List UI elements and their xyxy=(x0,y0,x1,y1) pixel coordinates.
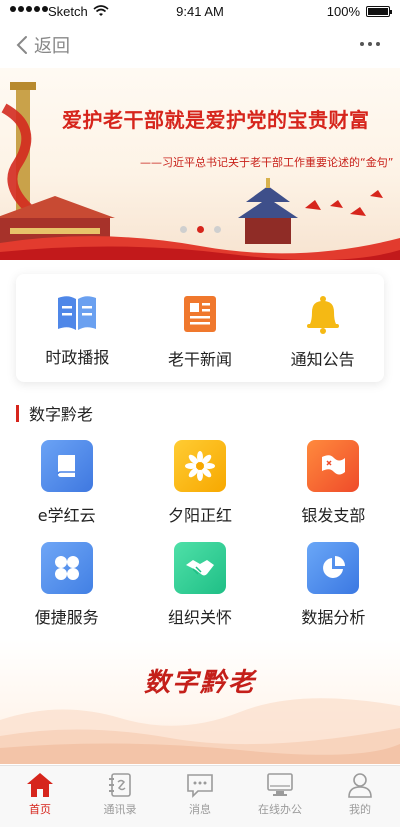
grid-icon xyxy=(54,556,79,580)
carousel-dot[interactable] xyxy=(214,226,221,233)
back-button[interactable]: 返回 xyxy=(16,32,70,58)
tab-online-office[interactable]: 在线办公 xyxy=(240,766,320,827)
app-tile xyxy=(307,440,360,492)
app-tile xyxy=(40,542,93,594)
more-options-icon[interactable] xyxy=(360,42,380,46)
app-sunset-red[interactable]: 夕阳正红 xyxy=(133,440,266,526)
quick-link-policy-news[interactable]: 时政播报 xyxy=(16,274,139,382)
carousel-dot-active[interactable] xyxy=(197,226,204,233)
tab-label: 消息 xyxy=(189,803,211,816)
app-tile xyxy=(173,440,226,492)
app-convenient-services[interactable]: 便捷服务 xyxy=(0,542,133,628)
app-tile xyxy=(173,542,226,594)
quick-link-label: 通知公告 xyxy=(290,350,355,369)
quick-link-label: 时政播报 xyxy=(45,348,110,367)
footer-decoration: 数字黔老 xyxy=(0,640,400,764)
app-label: 银发支部 xyxy=(301,506,366,525)
flag-icon xyxy=(322,455,346,475)
quick-link-label: 老干新闻 xyxy=(168,350,233,369)
bell-icon xyxy=(306,296,339,334)
book-icon xyxy=(56,455,75,477)
flower-icon xyxy=(184,451,215,481)
quick-links-card: 时政播报 老干新闻 通知公告 xyxy=(16,274,384,382)
brand-logo: 数字黔老 xyxy=(143,668,256,698)
pie-chart-icon xyxy=(323,556,346,578)
monitor-icon xyxy=(267,773,293,796)
app-organization-care[interactable]: 组织关怀 xyxy=(133,542,266,628)
tab-label: 通讯录 xyxy=(103,803,137,816)
carousel-indicator[interactable] xyxy=(180,226,221,233)
home-icon xyxy=(27,773,53,797)
quick-link-announcements[interactable]: 通知公告 xyxy=(261,274,384,382)
app-e-learning[interactable]: e学红云 xyxy=(0,440,133,526)
app-silver-branch[interactable]: 银发支部 xyxy=(267,440,400,526)
app-tile xyxy=(40,440,93,492)
section-title: 数字黔老 xyxy=(29,405,94,424)
app-label: 数据分析 xyxy=(301,608,366,627)
battery-icon xyxy=(366,6,392,17)
tab-home[interactable]: 首页 xyxy=(0,766,80,827)
app-label: e学红云 xyxy=(37,506,96,525)
tab-profile[interactable]: 我的 xyxy=(320,766,400,827)
message-icon xyxy=(187,774,213,798)
news-icon xyxy=(184,296,216,332)
tab-label: 在线办公 xyxy=(258,803,302,816)
tab-label: 我的 xyxy=(349,803,371,816)
tab-contacts[interactable]: 通讯录 xyxy=(80,766,160,827)
user-icon xyxy=(348,773,372,798)
banner-title: 爱护老干部就是爱护党的宝贵财富 xyxy=(62,108,370,132)
mountain-artwork xyxy=(0,698,400,764)
back-label: 返回 xyxy=(34,36,70,57)
book-icon xyxy=(58,296,97,330)
app-grid: e学红云 夕阳正红 银发支部 便捷服务 组织关怀 数据分析 xyxy=(0,440,400,628)
chevron-left-icon xyxy=(16,36,27,54)
tab-label: 首页 xyxy=(29,803,51,816)
tab-bar: 首页 通讯录 消息 在线办公 我的 xyxy=(0,765,400,827)
app-tile xyxy=(307,542,360,594)
section-accent-bar xyxy=(16,404,19,422)
battery-percent: 100% xyxy=(326,4,360,19)
carousel-dot[interactable] xyxy=(180,226,187,233)
app-label: 夕阳正红 xyxy=(167,506,232,525)
banner-carousel[interactable]: 爱护老干部就是爱护党的宝贵财富 ——习近平总书记关于老干部工作重要论述的“金句” xyxy=(0,68,400,260)
banner-subtitle: ——习近平总书记关于老干部工作重要论述的“金句” xyxy=(140,156,394,169)
app-label: 便捷服务 xyxy=(34,608,99,627)
handshake-icon xyxy=(185,560,214,576)
section-header: 数字黔老 xyxy=(16,402,93,424)
status-bar: Sketch 9:41 AM 100% xyxy=(0,0,400,24)
quick-link-cadre-news[interactable]: 老干新闻 xyxy=(139,274,262,382)
app-label: 组织关怀 xyxy=(167,608,232,627)
app-data-analysis[interactable]: 数据分析 xyxy=(267,542,400,628)
tab-messages[interactable]: 消息 xyxy=(160,766,240,827)
nav-bar: 返回 xyxy=(0,24,400,68)
contacts-icon xyxy=(109,773,131,797)
